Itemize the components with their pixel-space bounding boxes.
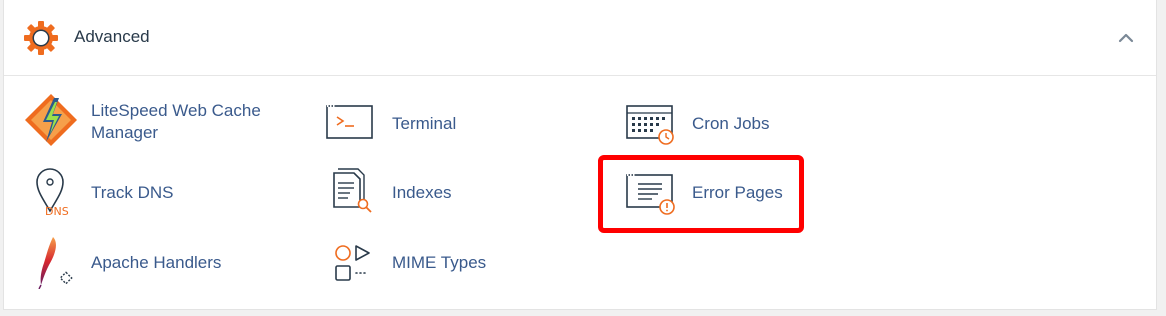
dns-pin-icon: DNS (23, 163, 79, 219)
gear-icon (23, 20, 59, 56)
item-label: Terminal (392, 114, 457, 133)
cron-calendar-icon (624, 94, 680, 150)
section-title: Advanced (74, 27, 150, 46)
terminal-link[interactable]: Terminal (324, 94, 524, 154)
cron-jobs-link[interactable]: Cron Jobs (624, 94, 824, 154)
item-label: Cron Jobs (692, 114, 770, 133)
track-dns-link[interactable]: DNS Track DNS (23, 163, 223, 223)
item-label: LiteSpeed Web Cache Manager (91, 101, 261, 142)
indexes-link[interactable]: Indexes (324, 163, 524, 223)
litespeed-icon (23, 92, 79, 148)
panel-header[interactable]: Advanced (4, 0, 1156, 76)
mime-types-link[interactable]: MIME Types (324, 233, 524, 293)
indexes-doc-icon (324, 163, 380, 219)
item-label: Track DNS (91, 183, 174, 202)
item-label: MIME Types (392, 253, 487, 272)
terminal-icon (324, 94, 380, 150)
apache-feather-icon (23, 233, 79, 290)
mime-shapes-icon (324, 233, 380, 289)
apache-handlers-link[interactable]: Apache Handlers (23, 233, 263, 293)
item-label: Indexes (392, 183, 452, 202)
advanced-panel: Advanced LiteSpeed Web Cache Manager Ter… (3, 0, 1157, 310)
litespeed-web-cache-manager-link[interactable]: LiteSpeed Web Cache Manager (23, 92, 293, 152)
svg-text:DNS: DNS (45, 205, 69, 218)
item-label: Apache Handlers (91, 253, 222, 272)
chevron-up-icon[interactable] (1116, 28, 1136, 48)
highlight-box (598, 155, 804, 233)
